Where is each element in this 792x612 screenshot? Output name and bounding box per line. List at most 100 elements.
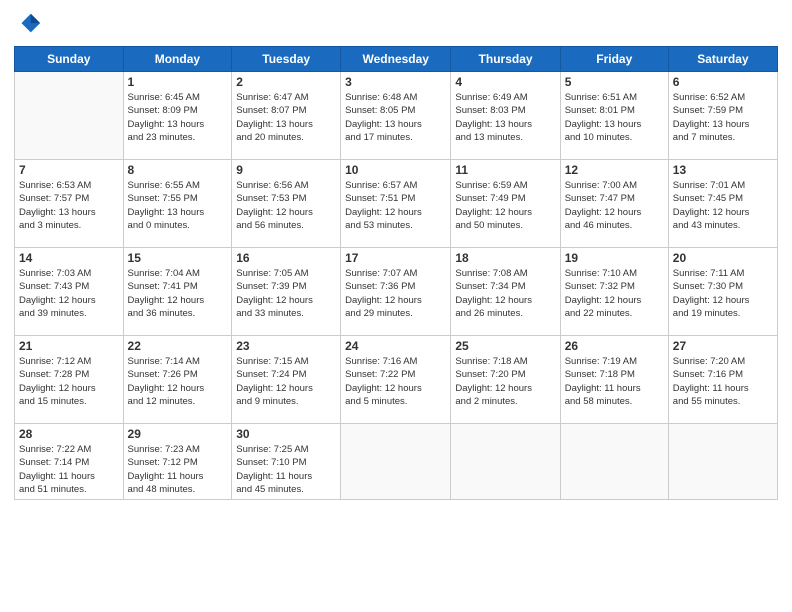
calendar-cell: 24Sunrise: 7:16 AM Sunset: 7:22 PM Dayli… bbox=[341, 336, 451, 424]
week-row-2: 14Sunrise: 7:03 AM Sunset: 7:43 PM Dayli… bbox=[15, 248, 778, 336]
logo-icon bbox=[14, 10, 42, 38]
day-number: 20 bbox=[673, 251, 773, 265]
logo bbox=[14, 10, 46, 38]
day-number: 10 bbox=[345, 163, 446, 177]
day-info: Sunrise: 7:19 AM Sunset: 7:18 PM Dayligh… bbox=[565, 355, 664, 408]
calendar-cell: 4 Sunrise: 6:49 AM Sunset: 8:03 PM Daylig… bbox=[451, 72, 560, 160]
day-number: 2 bbox=[236, 75, 336, 89]
calendar-cell: 17 Sunrise: 7:07 AM Sunset: 7:36 PM Dayli… bbox=[341, 248, 451, 336]
calendar-cell: 15 Sunrise: 7:04 AM Sunset: 7:41 PM Dayli… bbox=[123, 248, 232, 336]
calendar-cell: 14Sunrise: 7:03 AM Sunset: 7:43 PM Dayli… bbox=[15, 248, 124, 336]
day-info: Sunrise: 6:57 AM Sunset: 7:51 PM Dayligh… bbox=[345, 179, 446, 232]
calendar-cell: 25 Sunrise: 7:18 AM Sunset: 7:20 PM Dayli… bbox=[451, 336, 560, 424]
day-number: 30 bbox=[236, 427, 336, 441]
day-header-saturday: Saturday bbox=[668, 47, 777, 72]
day-info: Sunrise: 7:11 AM Sunset: 7:30 PM Dayligh… bbox=[673, 267, 773, 320]
calendar-cell: 23 Sunrise: 7:15 AM Sunset: 7:24 PM Dayli… bbox=[232, 336, 341, 424]
calendar-cell: 18Sunrise: 7:08 AM Sunset: 7:34 PM Dayli… bbox=[451, 248, 560, 336]
calendar-cell bbox=[341, 424, 451, 500]
day-info: Sunrise: 7:22 AM Sunset: 7:14 PM Dayligh… bbox=[19, 443, 119, 496]
calendar-cell bbox=[668, 424, 777, 500]
day-info: Sunrise: 6:47 AM Sunset: 8:07 PM Dayligh… bbox=[236, 91, 336, 144]
day-info: Sunrise: 6:53 AM Sunset: 7:57 PM Dayligh… bbox=[19, 179, 119, 232]
day-info: Sunrise: 6:45 AM Sunset: 8:09 PM Dayligh… bbox=[128, 91, 228, 144]
day-number: 5 bbox=[565, 75, 664, 89]
calendar-cell: 22Sunrise: 7:14 AM Sunset: 7:26 PM Dayli… bbox=[123, 336, 232, 424]
day-number: 9 bbox=[236, 163, 336, 177]
day-info: Sunrise: 6:52 AM Sunset: 7:59 PM Dayligh… bbox=[673, 91, 773, 144]
day-number: 1 bbox=[128, 75, 228, 89]
day-info: Sunrise: 6:48 AM Sunset: 8:05 PM Dayligh… bbox=[345, 91, 446, 144]
day-number: 28 bbox=[19, 427, 119, 441]
day-number: 23 bbox=[236, 339, 336, 353]
day-info: Sunrise: 7:25 AM Sunset: 7:10 PM Dayligh… bbox=[236, 443, 336, 496]
day-info: Sunrise: 7:01 AM Sunset: 7:45 PM Dayligh… bbox=[673, 179, 773, 232]
day-info: Sunrise: 7:05 AM Sunset: 7:39 PM Dayligh… bbox=[236, 267, 336, 320]
week-row-4: 28 Sunrise: 7:22 AM Sunset: 7:14 PM Dayli… bbox=[15, 424, 778, 500]
calendar-cell: 13Sunrise: 7:01 AM Sunset: 7:45 PM Dayli… bbox=[668, 160, 777, 248]
header-row: SundayMondayTuesdayWednesdayThursdayFrid… bbox=[15, 47, 778, 72]
calendar-cell bbox=[15, 72, 124, 160]
day-info: Sunrise: 7:15 AM Sunset: 7:24 PM Dayligh… bbox=[236, 355, 336, 408]
day-number: 8 bbox=[128, 163, 228, 177]
week-row-0: 1 Sunrise: 6:45 AM Sunset: 8:09 PM Daylig… bbox=[15, 72, 778, 160]
day-number: 18 bbox=[455, 251, 555, 265]
day-info: Sunrise: 6:56 AM Sunset: 7:53 PM Dayligh… bbox=[236, 179, 336, 232]
day-number: 16 bbox=[236, 251, 336, 265]
calendar-cell: 6Sunrise: 6:52 AM Sunset: 7:59 PM Daylig… bbox=[668, 72, 777, 160]
day-number: 11 bbox=[455, 163, 555, 177]
day-number: 22 bbox=[128, 339, 228, 353]
day-number: 26 bbox=[565, 339, 664, 353]
day-number: 3 bbox=[345, 75, 446, 89]
calendar-cell: 5Sunrise: 6:51 AM Sunset: 8:01 PM Daylig… bbox=[560, 72, 668, 160]
day-number: 7 bbox=[19, 163, 119, 177]
calendar-cell: 27 Sunrise: 7:20 AM Sunset: 7:16 PM Dayli… bbox=[668, 336, 777, 424]
day-info: Sunrise: 7:07 AM Sunset: 7:36 PM Dayligh… bbox=[345, 267, 446, 320]
calendar-cell: 7 Sunrise: 6:53 AM Sunset: 7:57 PM Daylig… bbox=[15, 160, 124, 248]
day-info: Sunrise: 6:59 AM Sunset: 7:49 PM Dayligh… bbox=[455, 179, 555, 232]
day-number: 14 bbox=[19, 251, 119, 265]
day-info: Sunrise: 7:10 AM Sunset: 7:32 PM Dayligh… bbox=[565, 267, 664, 320]
day-header-wednesday: Wednesday bbox=[341, 47, 451, 72]
page: SundayMondayTuesdayWednesdayThursdayFrid… bbox=[0, 0, 792, 612]
calendar-cell: 11 Sunrise: 6:59 AM Sunset: 7:49 PM Dayli… bbox=[451, 160, 560, 248]
day-number: 12 bbox=[565, 163, 664, 177]
day-number: 15 bbox=[128, 251, 228, 265]
header bbox=[14, 10, 778, 38]
calendar-cell: 20 Sunrise: 7:11 AM Sunset: 7:30 PM Dayli… bbox=[668, 248, 777, 336]
day-info: Sunrise: 7:00 AM Sunset: 7:47 PM Dayligh… bbox=[565, 179, 664, 232]
calendar-cell: 29 Sunrise: 7:23 AM Sunset: 7:12 PM Dayli… bbox=[123, 424, 232, 500]
day-number: 19 bbox=[565, 251, 664, 265]
calendar-cell bbox=[560, 424, 668, 500]
day-info: Sunrise: 7:23 AM Sunset: 7:12 PM Dayligh… bbox=[128, 443, 228, 496]
calendar-cell: 16 Sunrise: 7:05 AM Sunset: 7:39 PM Dayli… bbox=[232, 248, 341, 336]
day-header-sunday: Sunday bbox=[15, 47, 124, 72]
calendar-table: SundayMondayTuesdayWednesdayThursdayFrid… bbox=[14, 46, 778, 500]
calendar-cell: 19 Sunrise: 7:10 AM Sunset: 7:32 PM Dayli… bbox=[560, 248, 668, 336]
day-header-thursday: Thursday bbox=[451, 47, 560, 72]
day-number: 4 bbox=[455, 75, 555, 89]
day-info: Sunrise: 7:12 AM Sunset: 7:28 PM Dayligh… bbox=[19, 355, 119, 408]
day-info: Sunrise: 7:18 AM Sunset: 7:20 PM Dayligh… bbox=[455, 355, 555, 408]
day-number: 27 bbox=[673, 339, 773, 353]
day-info: Sunrise: 7:04 AM Sunset: 7:41 PM Dayligh… bbox=[128, 267, 228, 320]
day-info: Sunrise: 7:20 AM Sunset: 7:16 PM Dayligh… bbox=[673, 355, 773, 408]
calendar-cell: 9 Sunrise: 6:56 AM Sunset: 7:53 PM Daylig… bbox=[232, 160, 341, 248]
day-number: 21 bbox=[19, 339, 119, 353]
week-row-3: 21 Sunrise: 7:12 AM Sunset: 7:28 PM Dayli… bbox=[15, 336, 778, 424]
week-row-1: 7 Sunrise: 6:53 AM Sunset: 7:57 PM Daylig… bbox=[15, 160, 778, 248]
day-number: 25 bbox=[455, 339, 555, 353]
day-number: 17 bbox=[345, 251, 446, 265]
day-info: Sunrise: 6:55 AM Sunset: 7:55 PM Dayligh… bbox=[128, 179, 228, 232]
day-number: 29 bbox=[128, 427, 228, 441]
day-info: Sunrise: 7:16 AM Sunset: 7:22 PM Dayligh… bbox=[345, 355, 446, 408]
calendar-cell: 1 Sunrise: 6:45 AM Sunset: 8:09 PM Daylig… bbox=[123, 72, 232, 160]
calendar-cell: 8 Sunrise: 6:55 AM Sunset: 7:55 PM Daylig… bbox=[123, 160, 232, 248]
day-info: Sunrise: 6:49 AM Sunset: 8:03 PM Dayligh… bbox=[455, 91, 555, 144]
calendar-cell: 28 Sunrise: 7:22 AM Sunset: 7:14 PM Dayli… bbox=[15, 424, 124, 500]
day-header-tuesday: Tuesday bbox=[232, 47, 341, 72]
calendar-cell: 26 Sunrise: 7:19 AM Sunset: 7:18 PM Dayli… bbox=[560, 336, 668, 424]
calendar-cell: 12 Sunrise: 7:00 AM Sunset: 7:47 PM Dayli… bbox=[560, 160, 668, 248]
calendar-cell: 10 Sunrise: 6:57 AM Sunset: 7:51 PM Dayli… bbox=[341, 160, 451, 248]
calendar-cell: 21 Sunrise: 7:12 AM Sunset: 7:28 PM Dayli… bbox=[15, 336, 124, 424]
